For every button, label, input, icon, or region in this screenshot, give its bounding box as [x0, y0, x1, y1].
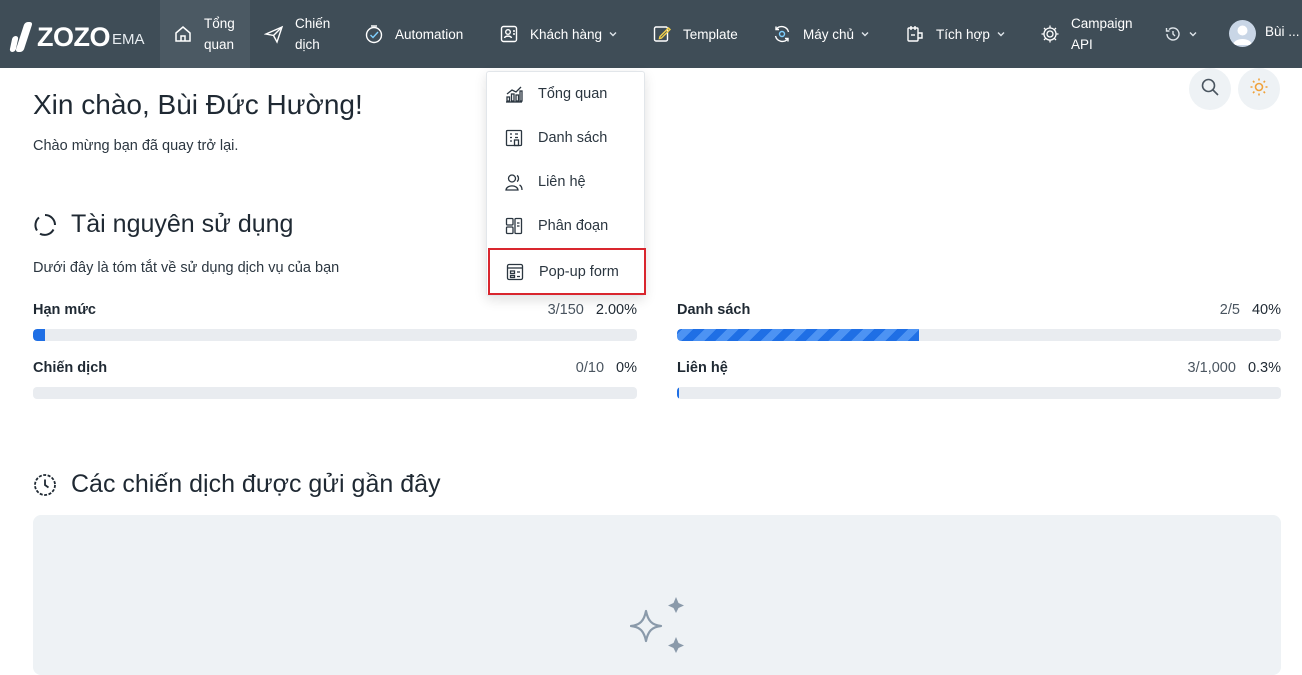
- nav-campaigns-label-2: dịch: [295, 37, 320, 52]
- avatar[interactable]: [1229, 20, 1256, 47]
- progress-fill: [33, 329, 46, 341]
- list-building-icon: [504, 128, 524, 148]
- home-icon: [173, 24, 193, 44]
- progress-track: [677, 387, 1281, 399]
- progress-track: [33, 329, 637, 341]
- nav-overview-label-2: quan: [204, 37, 235, 52]
- paper-plane-icon: [264, 24, 284, 44]
- nav-overview[interactable]: Tổng quan: [160, 0, 250, 68]
- nav-template[interactable]: Template: [652, 0, 738, 68]
- nav-overview-label: Tổng: [204, 16, 235, 31]
- menu-item-segments[interactable]: Phân đoạn: [487, 204, 644, 248]
- segments-icon: [504, 216, 524, 236]
- customers-dropdown-menu: Tổng quan Danh sách Liên hệ Phân đoạn Po…: [486, 71, 646, 296]
- history-icon: [1164, 25, 1182, 43]
- usage-count: 3/150: [547, 302, 584, 318]
- user-name[interactable]: Bùi ...: [1265, 24, 1300, 39]
- usage-name: Liên hệ: [677, 360, 728, 376]
- api-gear-icon: [1040, 24, 1060, 44]
- page-title: Xin chào, Bùi Đức Hường!: [33, 89, 363, 120]
- chevron-down-icon: [1188, 29, 1198, 39]
- nav-campaigns[interactable]: Chiến dịch: [264, 0, 330, 68]
- search-icon: [1200, 77, 1220, 102]
- nav-template-label: Template: [683, 26, 738, 42]
- usage-title-text: Tài nguyên sử dụng: [71, 210, 294, 238]
- progress-fill: [677, 387, 680, 399]
- nav-customers[interactable]: Khách hàng: [499, 0, 618, 68]
- progress-track: [677, 329, 1281, 341]
- usage-name: Hạn mức: [33, 302, 96, 318]
- clock-icon: [33, 473, 57, 497]
- contacts-icon: [504, 172, 524, 192]
- search-button[interactable]: [1189, 68, 1231, 110]
- history-menu[interactable]: [1164, 0, 1198, 68]
- sparkle-icon: [629, 595, 686, 662]
- nav-integrations-label: Tích hợp: [936, 26, 990, 42]
- usage-percent: 0.3%: [1247, 360, 1281, 376]
- usage-subtitle: Dưới đây là tóm tắt về sử dụng dịch vụ c…: [33, 260, 340, 276]
- chart-bar-icon: [504, 84, 524, 104]
- nav-campaign-api[interactable]: Campaign API: [1040, 0, 1133, 68]
- popup-form-icon: [505, 262, 525, 282]
- menu-item-label: Pop-up form: [539, 263, 619, 280]
- template-edit-icon: [652, 24, 672, 44]
- recent-campaigns-empty-state: [33, 515, 1281, 675]
- server-sync-icon: [772, 24, 792, 44]
- nav-campaign-api-label: Campaign: [1071, 16, 1133, 31]
- menu-item-label: Danh sách: [538, 130, 608, 146]
- nav-customers-label: Khách hàng: [530, 26, 603, 42]
- progress-track: [33, 387, 637, 399]
- nav-campaign-api-label-2: API: [1071, 37, 1093, 52]
- nav-servers[interactable]: Máy chủ: [772, 0, 870, 68]
- nav-integrations[interactable]: Tích hợp: [905, 0, 1006, 68]
- logo-suffix: EMA: [112, 31, 145, 48]
- progress-fill: [677, 329, 919, 341]
- menu-item-overview[interactable]: Tổng quan: [487, 72, 644, 116]
- usage-section-title: Tài nguyên sử dụng: [33, 210, 293, 239]
- menu-item-label: Tổng quan: [538, 86, 608, 102]
- recent-title-text: Các chiến dịch được gửi gần đây: [71, 470, 441, 498]
- usage-percent: 0%: [616, 360, 637, 376]
- logo-mark-icon: [9, 20, 34, 52]
- integration-plug-icon: [905, 24, 925, 44]
- automation-check-icon: [364, 24, 384, 44]
- usage-count: 2/5: [1219, 302, 1240, 318]
- usage-count: 3/1,000: [1187, 360, 1236, 376]
- sun-icon: [1249, 77, 1269, 102]
- usage-percent: 40%: [1251, 302, 1281, 318]
- nav-campaigns-label: Chiến: [295, 16, 331, 31]
- menu-item-label: Liên hệ: [538, 174, 586, 190]
- nav-automation-label: Automation: [395, 26, 464, 42]
- chevron-down-icon: [860, 29, 870, 39]
- nav-automation[interactable]: Automation: [364, 0, 463, 68]
- nav-servers-label: Máy chủ: [803, 26, 855, 42]
- top-navbar: ZOZO EMA Tổng quan Chiến dịch Automation K…: [0, 0, 1302, 68]
- usage-percent: 2.00%: [595, 302, 637, 318]
- menu-item-contacts[interactable]: Liên hệ: [487, 160, 644, 204]
- usage-name: Danh sách: [677, 302, 751, 318]
- usage-count: 0/10: [575, 360, 605, 376]
- theme-toggle-button[interactable]: [1238, 68, 1280, 110]
- menu-item-label: Phân đoạn: [538, 218, 609, 234]
- zozo-ema-logo[interactable]: ZOZO EMA: [9, 18, 145, 52]
- chevron-down-icon: [608, 29, 618, 39]
- usage-name: Chiến dịch: [33, 360, 108, 376]
- welcome-text: Chào mừng bạn đã quay trở lại.: [33, 138, 239, 154]
- customers-icon: [499, 24, 519, 44]
- menu-item-popup-form[interactable]: Pop-up form: [488, 248, 646, 295]
- recent-section-title: Các chiến dịch được gửi gần đây: [33, 470, 441, 499]
- chevron-down-icon: [996, 29, 1006, 39]
- loading-circle-icon: [33, 213, 57, 237]
- logo-text: ZOZO: [37, 22, 111, 52]
- menu-item-lists[interactable]: Danh sách: [487, 116, 644, 160]
